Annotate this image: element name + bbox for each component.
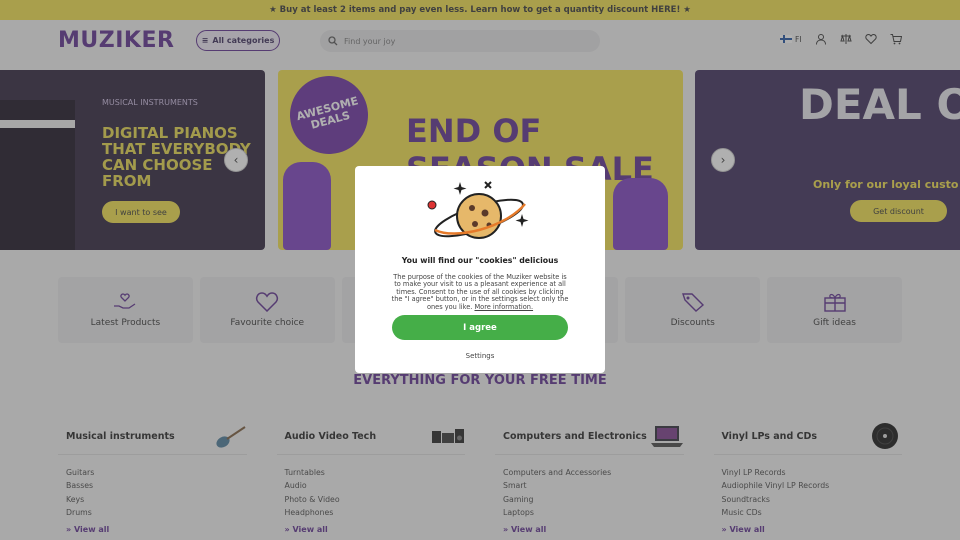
more-information-link[interactable]: More information.	[474, 303, 533, 311]
cookie-consent-dialog: You will find our "cookies" delicious Th…	[355, 166, 605, 373]
cookie-settings-button[interactable]: Settings	[355, 352, 605, 360]
cookie-title: You will find our "cookies" delicious	[401, 256, 559, 265]
cookie-planet-icon	[427, 181, 529, 239]
cookie-text: The purpose of the cookies of the Muzike…	[391, 273, 569, 311]
i-agree-button[interactable]: I agree	[392, 315, 568, 340]
